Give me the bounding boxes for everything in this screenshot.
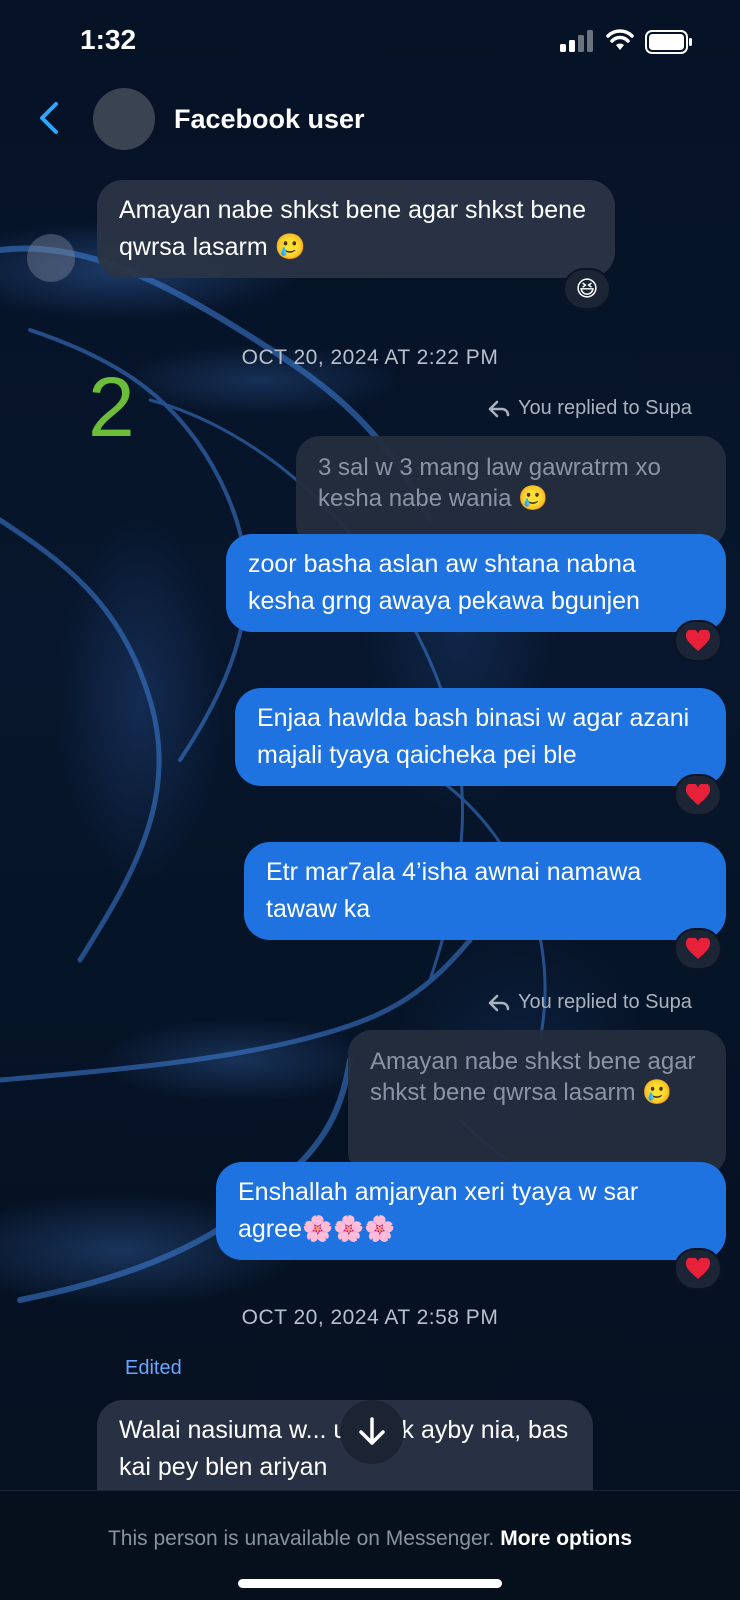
annotation-number: 2	[88, 360, 135, 454]
message-bubble-incoming[interactable]: Amayan nabe shkst bene agar shkst bene q…	[97, 180, 615, 278]
wifi-icon	[606, 29, 634, 50]
battery-icon	[645, 30, 692, 54]
heart-icon	[686, 1258, 710, 1279]
reply-icon	[488, 400, 510, 417]
message-text: Enjaa hawlda bash binasi w agar azani ma…	[257, 704, 690, 769]
chat-header: Facebook user	[0, 84, 740, 154]
message-text: zoor basha aslan aw shtana nabna kesha g…	[248, 550, 640, 615]
more-options-link[interactable]: More options	[500, 1527, 632, 1550]
scroll-to-bottom-button[interactable]	[340, 1400, 404, 1464]
timestamp: OCT 20, 2024 AT 2:58 PM	[241, 1306, 499, 1329]
quoted-message[interactable]: Amayan nabe shkst bene agar shkst bene q…	[348, 1030, 726, 1176]
message-bubble-outgoing[interactable]: Enjaa hawlda bash binasi w agar azani ma…	[235, 688, 726, 786]
heart-icon	[686, 630, 710, 651]
footer-bar: This person is unavailable on Messenger.…	[0, 1490, 740, 1600]
reply-icon	[488, 994, 510, 1011]
message-text: Etr mar7ala 4’isha awnai namawa tawaw ka	[266, 858, 642, 923]
reply-label-text: You replied to Supa	[518, 991, 692, 1013]
footer-message: This person is unavailable on Messenger.…	[0, 1527, 740, 1551]
message-thread[interactable]: Amayan nabe shkst bene agar shkst bene q…	[0, 154, 740, 1490]
message-bubble-outgoing[interactable]: Etr mar7ala 4’isha awnai namawa tawaw ka	[244, 842, 726, 940]
quoted-text: 3 sal w 3 mang law gawratrm xo kesha nab…	[318, 454, 661, 512]
contact-name[interactable]: Facebook user	[174, 104, 365, 135]
reply-label: You replied to Supa	[488, 991, 692, 1014]
sender-avatar	[27, 234, 75, 282]
reaction-badge[interactable]: 😆	[563, 268, 611, 310]
message-bubble-outgoing[interactable]: zoor basha aslan aw shtana nabna kesha g…	[226, 534, 726, 632]
laughing-emoji-icon: 😆	[575, 276, 599, 301]
heart-icon	[686, 784, 710, 805]
unavailable-text: This person is unavailable on Messenger.	[107, 1527, 495, 1550]
back-chevron-icon[interactable]	[34, 98, 64, 138]
reaction-badge[interactable]	[674, 928, 722, 970]
message-bubble-outgoing[interactable]: Enshallah amjaryan xeri tyaya w sar agre…	[216, 1162, 726, 1260]
arrow-down-icon	[359, 1417, 385, 1445]
quoted-text: Amayan nabe shkst bene agar shkst bene q…	[370, 1048, 696, 1106]
signal-icon	[560, 30, 593, 52]
reply-label-text: You replied to Supa	[518, 397, 692, 419]
status-bar: 1:32	[0, 0, 740, 84]
reaction-badge[interactable]	[674, 620, 722, 662]
home-indicator[interactable]	[238, 1579, 502, 1588]
edited-label: Edited	[125, 1357, 182, 1379]
message-text: Enshallah amjaryan xeri tyaya w sar agre…	[238, 1178, 639, 1243]
heart-icon	[686, 938, 710, 959]
quoted-message[interactable]: 3 sal w 3 mang law gawratrm xo kesha nab…	[296, 436, 726, 548]
status-time: 1:32	[80, 24, 137, 55]
reply-label: You replied to Supa	[488, 397, 692, 420]
reaction-badge[interactable]	[674, 1248, 722, 1290]
message-text: Amayan nabe shkst bene agar shkst bene q…	[119, 196, 586, 261]
contact-avatar[interactable]	[93, 88, 155, 150]
reaction-badge[interactable]	[674, 774, 722, 816]
